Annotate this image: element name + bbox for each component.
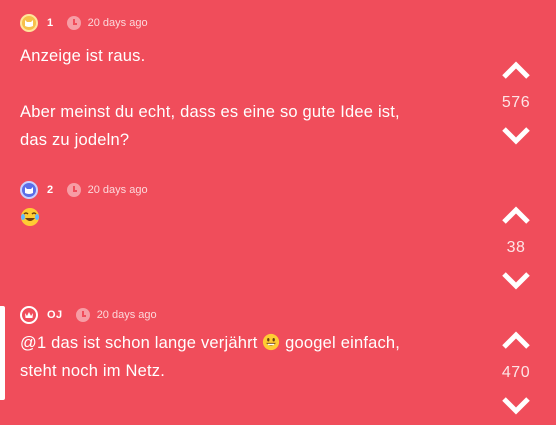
upvote-icon[interactable] (501, 330, 531, 350)
comment-3: OJ 20 days ago @1 das ist schon lange ve… (0, 298, 556, 425)
comment-meta: OJ 20 days ago (20, 305, 157, 325)
vote-count: 576 (501, 94, 531, 111)
user-avatar[interactable] (20, 14, 38, 32)
vote-controls: 38 (498, 205, 534, 291)
comment-2: 2 20 days ago 38 (0, 175, 556, 290)
text-segment: googel einfach, (285, 334, 401, 352)
comment-text (20, 205, 440, 233)
text-line: steht noch im Netz. (20, 362, 166, 380)
vote-controls: 470 (498, 330, 534, 416)
text-line: @1 das ist schon lange verjährt googel e… (20, 329, 440, 357)
own-comment-marker (0, 306, 5, 400)
comment-text: Anzeige ist raus. Aber meinst du echt, d… (20, 42, 440, 154)
username[interactable]: 2 (47, 184, 54, 196)
upvote-icon[interactable] (501, 205, 531, 225)
username[interactable]: OJ (47, 309, 63, 321)
timestamp: 20 days ago (87, 184, 148, 196)
text-line: Anzeige ist raus. (20, 47, 146, 65)
crown-icon (25, 312, 33, 318)
vote-count: 470 (501, 364, 531, 381)
vote-controls: 576 (498, 60, 534, 146)
text-line: das zu jodeln? (20, 131, 130, 149)
comment-meta: 1 20 days ago (20, 13, 148, 33)
downvote-icon[interactable] (501, 126, 531, 146)
user-avatar[interactable] (20, 181, 38, 199)
timestamp: 20 days ago (96, 309, 157, 321)
vote-count: 38 (506, 239, 526, 256)
laughing-crying-emoji (21, 208, 39, 226)
user-avatar[interactable] (20, 306, 38, 324)
comment-text: @1 das ist schon lange verjährt googel e… (20, 329, 440, 385)
text-line: Aber meinst du echt, dass es eine so gut… (20, 103, 400, 121)
comment-1: 1 20 days ago Anzeige ist raus. Aber mei… (0, 0, 556, 170)
downvote-icon[interactable] (501, 271, 531, 291)
username[interactable]: 1 (47, 17, 54, 29)
comment-meta: 2 20 days ago (20, 180, 148, 200)
upvote-icon[interactable] (501, 60, 531, 80)
grinning-emoji (263, 333, 280, 351)
clock-icon (66, 16, 81, 30)
downvote-icon[interactable] (501, 396, 531, 416)
cat-icon (25, 187, 33, 194)
clock-icon (66, 183, 81, 197)
text-segment: @1 das ist schon lange verjährt (20, 334, 258, 352)
clock-icon (75, 308, 90, 322)
cat-icon (25, 20, 33, 27)
timestamp: 20 days ago (87, 17, 148, 29)
